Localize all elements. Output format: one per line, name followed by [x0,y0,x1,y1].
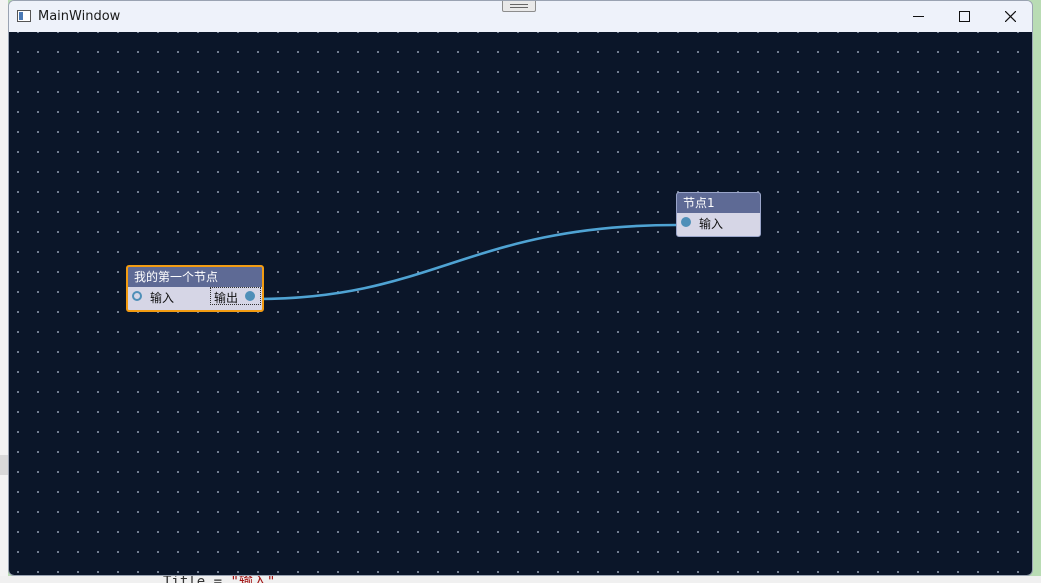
input-port[interactable] [132,291,142,301]
node-1[interactable]: 节点1 输入 [676,192,761,237]
output-port[interactable] [245,291,255,301]
snap-grip-handle[interactable] [502,1,536,12]
node-my-first-node[interactable]: 我的第一个节点 输入 输出 [126,265,264,312]
background-editor-band [0,455,8,475]
node-editor-canvas[interactable]: 我的第一个节点 输入 输出 节点1 输入 [9,32,1032,575]
close-button[interactable] [987,1,1032,32]
maximize-icon [959,11,970,22]
input-port-label: 输入 [150,291,175,305]
background-editor-margin [0,0,8,583]
minimize-button[interactable] [895,1,941,32]
close-icon [1005,11,1016,22]
maximize-button[interactable] [941,1,987,32]
title-bar[interactable]: MainWindow [9,1,1032,32]
minimize-icon [913,16,924,17]
output-port-label: 输出 [214,291,239,305]
node-title: 我的第一个节点 [128,267,262,287]
app-icon [17,10,31,22]
window-title: MainWindow [38,9,121,24]
input-port-label: 输入 [699,217,724,231]
input-port[interactable] [681,217,691,227]
node-ports: 输入 [677,213,760,233]
main-window: MainWindow 我的第一个节点 输入 输出 节点1 输入 [8,0,1033,576]
background-editor-strip [0,576,1041,583]
connection-wire[interactable] [256,223,678,301]
node-ports: 输入 输出 [128,287,262,307]
node-title: 节点1 [677,193,760,213]
